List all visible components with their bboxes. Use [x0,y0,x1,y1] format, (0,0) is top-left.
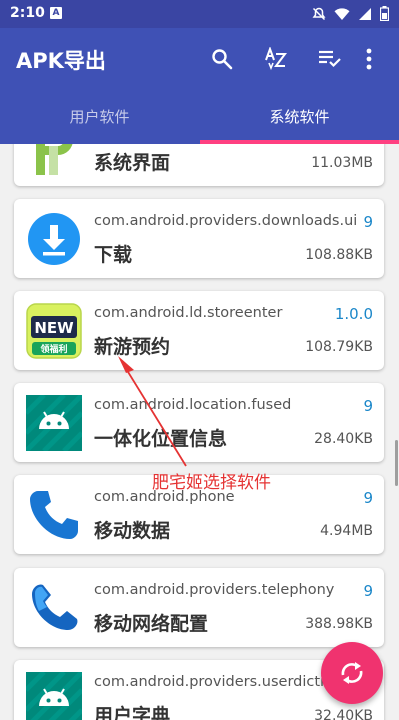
scrollbar[interactable] [395,440,398,486]
refresh-icon [341,662,363,684]
annotation-text: 肥宅姬选择软件 [152,473,271,493]
refresh-fab[interactable] [321,642,383,704]
annotation-arrow [118,356,187,467]
